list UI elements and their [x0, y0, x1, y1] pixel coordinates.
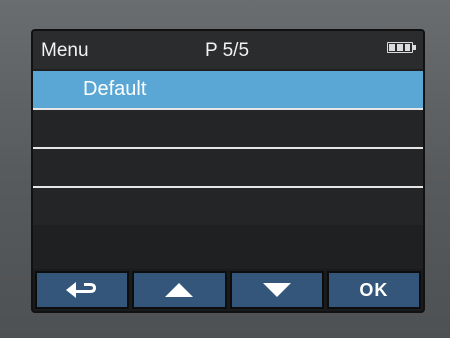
- page-indicator: P 5/5: [205, 40, 250, 61]
- back-button[interactable]: [35, 271, 130, 309]
- ok-button[interactable]: OK: [326, 271, 421, 309]
- up-button[interactable]: [132, 271, 227, 309]
- battery-icon: [387, 42, 416, 53]
- down-triangle-icon: [262, 283, 291, 297]
- camera-screen: Menu P 5/5 Default OK: [31, 29, 425, 313]
- softkey-bar: OK: [33, 269, 423, 311]
- up-triangle-icon: [165, 283, 194, 297]
- menu-header: Menu P 5/5: [33, 31, 423, 69]
- menu-title: Menu: [41, 40, 89, 61]
- menu-item-default[interactable]: Default: [33, 71, 423, 110]
- down-button[interactable]: [229, 271, 324, 309]
- menu-item-empty[interactable]: [33, 110, 423, 149]
- menu-item-empty[interactable]: [33, 188, 423, 225]
- menu-list: Default: [33, 71, 423, 225]
- back-arrow-icon: [66, 282, 97, 298]
- menu-item-empty[interactable]: [33, 149, 423, 188]
- menu-item-label: Default: [83, 78, 147, 100]
- ok-label: OK: [359, 279, 389, 300]
